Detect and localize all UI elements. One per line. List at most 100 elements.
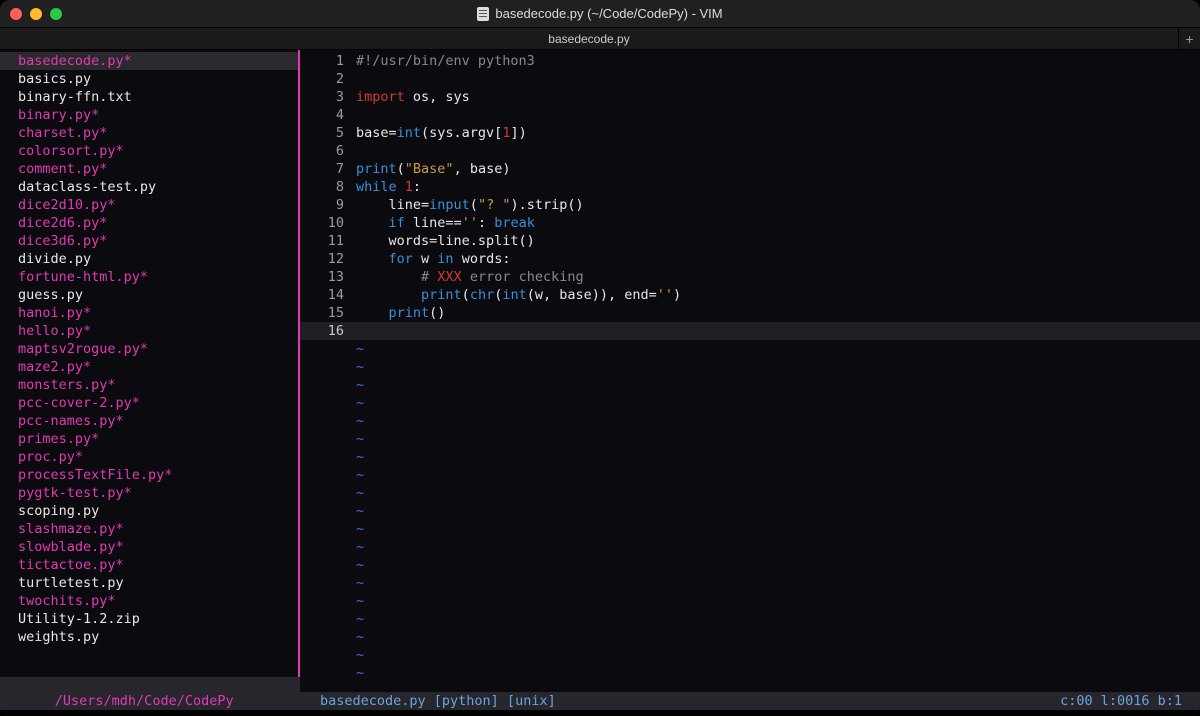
status-path-text: /Users/mdh/Code/CodePy [55,693,234,709]
tab-label: basedecode.py [548,32,629,46]
editor-area: basedecode.py*basics.pybinary-ffn.txtbin… [0,50,1200,692]
file-row[interactable]: hello.py* [0,322,300,340]
tilde-marker: ~ [356,538,364,556]
tilde-marker: ~ [356,430,364,448]
file-row[interactable]: binary-ffn.txt [0,88,300,106]
file-row[interactable]: pcc-cover-2.py* [0,394,300,412]
tilde-marker: ~ [356,448,364,466]
document-icon [477,7,489,21]
file-row[interactable]: basics.py [0,70,300,88]
tilde-marker: ~ [356,358,364,376]
file-row[interactable]: comment.py* [0,160,300,178]
line-number: 16 [300,322,352,340]
tilde-marker: ~ [356,556,364,574]
file-row[interactable]: maptsv2rogue.py* [0,340,300,358]
file-row[interactable]: colorsort.py* [0,142,300,160]
tilde-marker: ~ [356,376,364,394]
code-line: # XXX error checking [352,268,1200,286]
tilde-marker: ~ [356,412,364,430]
file-row[interactable]: fortune-html.py* [0,268,300,286]
file-row[interactable]: guess.py [0,286,300,304]
file-list: basedecode.py*basics.pybinary-ffn.txtbin… [0,50,300,646]
tilde-marker: ~ [356,664,364,682]
file-row[interactable]: dice3d6.py* [0,232,300,250]
file-row[interactable]: hanoi.py* [0,304,300,322]
file-row[interactable]: dice2d10.py* [0,196,300,214]
tilde-marker: ~ [356,592,364,610]
code-line [352,70,1200,88]
code-buffer[interactable]: #!/usr/bin/env python3 import os, sys ba… [352,50,1200,692]
file-row[interactable]: scoping.py [0,502,300,520]
code-line: while 1: [352,178,1200,196]
code-line: if line=='': break [352,214,1200,232]
tab-bar: basedecode.py + [0,28,1200,50]
tilde-marker: ~ [356,394,364,412]
status-file-info: basedecode.py [python] [unix] [300,693,1060,709]
plus-icon: + [1185,31,1193,47]
tilde-marker: ~ [356,340,364,358]
line-number-gutter: 12345678910111213141516 [300,50,352,692]
line-number: 1 [300,52,352,70]
code-line: line=input("? ").strip() [352,196,1200,214]
code-line: #!/usr/bin/env python3 [352,52,1200,70]
close-icon[interactable] [10,8,22,20]
split-divider[interactable] [298,50,300,692]
tilde-marker: ~ [356,520,364,538]
vim-window: basedecode.py (~/Code/CodePy) - VIM base… [0,0,1200,716]
tilde-marker: ~ [356,484,364,502]
tilde-marker: ~ [356,628,364,646]
code-line: print("Base", base) [352,160,1200,178]
line-number: 5 [300,124,352,142]
code-line [352,142,1200,160]
titlebar: basedecode.py (~/Code/CodePy) - VIM [0,0,1200,28]
file-row[interactable]: pcc-names.py* [0,412,300,430]
file-row[interactable]: dice2d6.py* [0,214,300,232]
file-row[interactable]: basedecode.py* [0,52,300,70]
add-tab-button[interactable]: + [1178,28,1200,49]
tilde-marker: ~ [356,466,364,484]
tilde-marker: ~ [356,610,364,628]
code-line [352,322,1200,340]
file-row[interactable]: primes.py* [0,430,300,448]
file-row[interactable]: turtletest.py [0,574,300,592]
line-number: 3 [300,88,352,106]
line-number: 6 [300,142,352,160]
line-number: 14 [300,286,352,304]
file-row[interactable]: binary.py* [0,106,300,124]
file-row[interactable]: divide.py [0,250,300,268]
traffic-lights [10,8,62,20]
line-number: 11 [300,232,352,250]
file-row[interactable]: maze2.py* [0,358,300,376]
file-row[interactable]: dataclass-test.py [0,178,300,196]
file-row[interactable]: slowblade.py* [0,538,300,556]
tilde-marker: ~ [356,646,364,664]
file-row[interactable]: charset.py* [0,124,300,142]
line-number: 13 [300,268,352,286]
file-browser[interactable]: basedecode.py*basics.pybinary-ffn.txtbin… [0,50,300,692]
status-cursor-pos: c:00 l:0016 b:1 [1060,693,1200,709]
line-number: 8 [300,178,352,196]
file-row[interactable]: monsters.py* [0,376,300,394]
code-line: for w in words: [352,250,1200,268]
zoom-icon[interactable] [50,8,62,20]
file-row[interactable]: processTextFile.py* [0,466,300,484]
file-row[interactable]: weights.py [0,628,300,646]
line-number: 2 [300,70,352,88]
tilde-marker: ~ [356,574,364,592]
code-line: print(chr(int(w, base)), end='') [352,286,1200,304]
file-row[interactable]: proc.py* [0,448,300,466]
window-title-text: basedecode.py (~/Code/CodePy) - VIM [495,6,722,21]
file-row[interactable]: pygtk-test.py* [0,484,300,502]
file-row[interactable]: slashmaze.py* [0,520,300,538]
file-row[interactable]: tictactoe.py* [0,556,300,574]
tab-active[interactable]: basedecode.py [0,28,1178,49]
code-line: import os, sys [352,88,1200,106]
code-line: base=int(sys.argv[1]) [352,124,1200,142]
file-row[interactable]: Utility-1.2.zip [0,610,300,628]
line-number: 9 [300,196,352,214]
file-row[interactable]: twochits.py* [0,592,300,610]
line-number: 4 [300,106,352,124]
line-number: 12 [300,250,352,268]
minimize-icon[interactable] [30,8,42,20]
window-title: basedecode.py (~/Code/CodePy) - VIM [0,6,1200,21]
